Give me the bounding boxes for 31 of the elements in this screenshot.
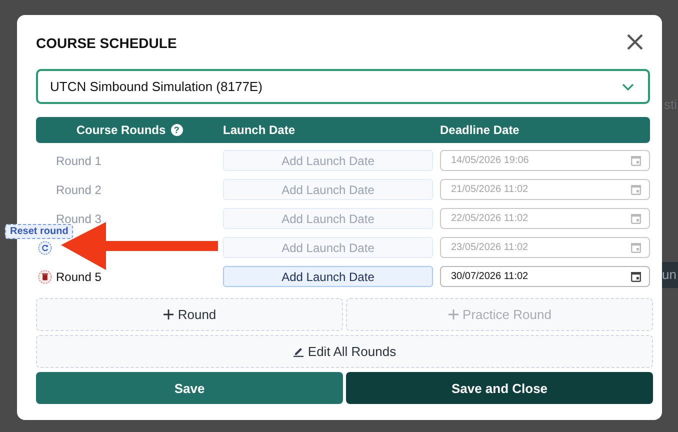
add-round-button[interactable]: Round <box>36 298 343 331</box>
deadline-date-value: 14/05/2026 19:06 <box>451 155 529 166</box>
edit-all-rounds-button[interactable]: Edit All Rounds <box>36 335 653 368</box>
round-name: Round 2 <box>56 182 102 196</box>
deadline-date-value: 21/05/2026 11:02 <box>451 184 528 195</box>
deadline-date-value: 23/05/2026 11:02 <box>451 242 528 253</box>
tooltip: Reset round <box>5 224 74 239</box>
chevron-down-icon <box>622 82 634 90</box>
course-select[interactable]: UTCN Simbound Simulation (8177E) <box>36 69 650 104</box>
pencil-icon <box>292 346 304 357</box>
background-text: un <box>662 262 678 288</box>
help-icon[interactable]: ? <box>170 124 183 136</box>
delete-icon[interactable] <box>38 270 52 284</box>
save-button[interactable]: Save <box>36 372 343 404</box>
deadline-date-value: 30/07/2026 11:02 <box>451 271 528 282</box>
column-header: Launch Date <box>223 123 296 137</box>
deadline-date-value: 22/05/2026 11:02 <box>451 213 528 224</box>
save-and-close-button[interactable]: Save and Close <box>346 372 653 404</box>
round-name: Round 5 <box>56 270 102 284</box>
close-icon[interactable] <box>626 33 644 51</box>
calendar-icon[interactable] <box>631 271 641 282</box>
reset-icon[interactable] <box>38 240 52 254</box>
dialog-title: COURSE SCHEDULE <box>36 34 177 50</box>
column-header: Deadline Date <box>440 123 520 137</box>
column-header: Course Rounds <box>76 123 166 137</box>
plus-icon <box>448 309 459 320</box>
deadline-date-field[interactable]: 30/07/2026 11:02 <box>440 266 650 287</box>
plus-icon <box>162 309 174 320</box>
add-launch-date-button[interactable]: Add Launch Date <box>223 266 433 287</box>
round-name: Round 3 <box>56 212 102 226</box>
round-name: Round 1 <box>56 154 102 168</box>
